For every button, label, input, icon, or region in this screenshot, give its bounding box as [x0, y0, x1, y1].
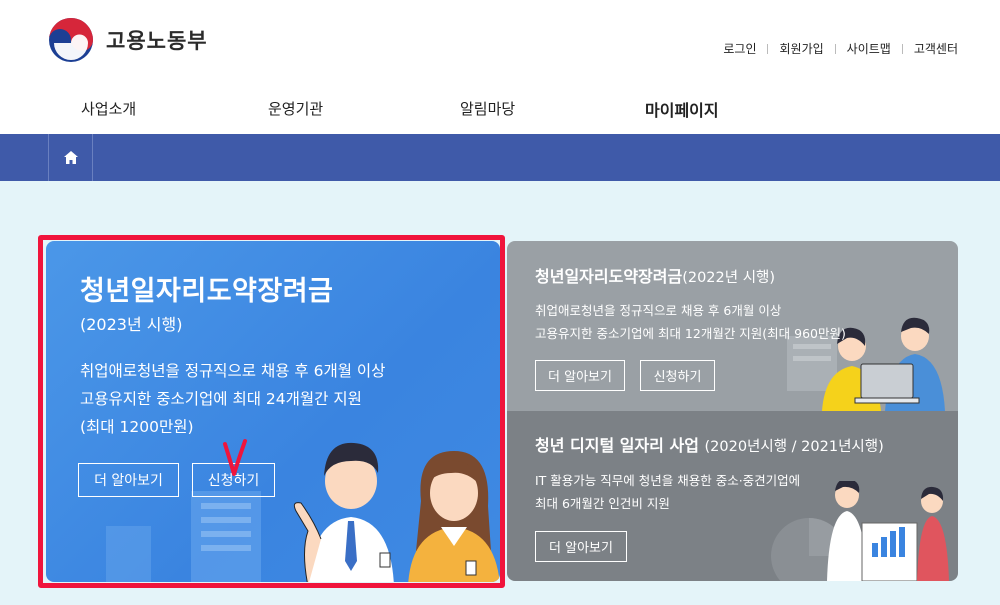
description-line: IT 활용가능 직무에 청년을 채용한 중소·중견기업에 — [535, 473, 801, 488]
nav-item-operators[interactable]: 운영기관 — [268, 98, 323, 119]
card3-title-main: 청년 디지털 일자리 사업 — [535, 436, 699, 455]
card2-apply-button[interactable]: 신청하기 — [640, 360, 715, 391]
ministry-logo[interactable]: 고용노동부 — [48, 17, 208, 63]
home-button[interactable] — [48, 134, 93, 181]
sitemap-link[interactable]: 사이트맵 — [847, 40, 891, 57]
description-line: 고용유지한 중소기업에 최대 12개월간 지원(최대 960만원) — [535, 326, 846, 341]
nav-item-business-intro[interactable]: 사업소개 — [81, 98, 136, 119]
taegeuk-logo-icon — [49, 18, 93, 62]
program-card-2022: 청년일자리도약장려금(2022년 시행) 취업애로청년을 정규직으로 채용 후 … — [507, 241, 958, 411]
login-link[interactable]: 로그인 — [723, 40, 756, 57]
highlight-frame — [38, 235, 505, 588]
customer-center-link[interactable]: 고객센터 — [914, 40, 958, 57]
card2-title-main: 청년일자리도약장려금 — [535, 267, 683, 286]
card2-description: 취업애로청년을 정규직으로 채용 후 6개월 이상 고용유지한 중소기업에 최대… — [535, 299, 846, 345]
card3-title: 청년 디지털 일자리 사업 (2020년시행 / 2021년시행) — [535, 432, 884, 456]
card2-learn-more-button[interactable]: 더 알아보기 — [535, 360, 625, 391]
logo-text: 고용노동부 — [106, 29, 208, 53]
description-line: 취업애로청년을 정규직으로 채용 후 6개월 이상 — [535, 303, 782, 318]
location-bar — [0, 134, 1000, 181]
divider — [767, 43, 769, 54]
checkmark-annotation-icon — [223, 439, 247, 476]
utility-menu: 로그인 회원가입 사이트맵 고객센터 — [723, 40, 958, 57]
card3-learn-more-button[interactable]: 더 알아보기 — [535, 531, 627, 562]
nav-item-notices[interactable]: 알림마당 — [460, 98, 515, 119]
card2-title: 청년일자리도약장려금(2022년 시행) — [535, 263, 775, 287]
card3-description: IT 활용가능 직무에 청년을 채용한 중소·중견기업에 최대 6개월간 인건비… — [535, 469, 800, 515]
divider — [834, 43, 836, 54]
card3-title-suffix: (2020년시행 / 2021년시행) — [704, 439, 884, 455]
divider — [901, 43, 903, 54]
home-icon — [63, 151, 78, 164]
site-header: 고용노동부 로그인 회원가입 사이트맵 고객센터 사업소개 운영기관 알림마당 … — [0, 0, 1000, 134]
card2-title-suffix: (2022년 시행) — [682, 270, 776, 286]
nav-item-mypage[interactable]: 마이페이지 — [645, 97, 719, 121]
program-card-digital: 청년 디지털 일자리 사업 (2020년시행 / 2021년시행) IT 활용가… — [507, 411, 958, 581]
signup-link[interactable]: 회원가입 — [779, 40, 823, 57]
description-line: 최대 6개월간 인건비 지원 — [535, 496, 670, 511]
